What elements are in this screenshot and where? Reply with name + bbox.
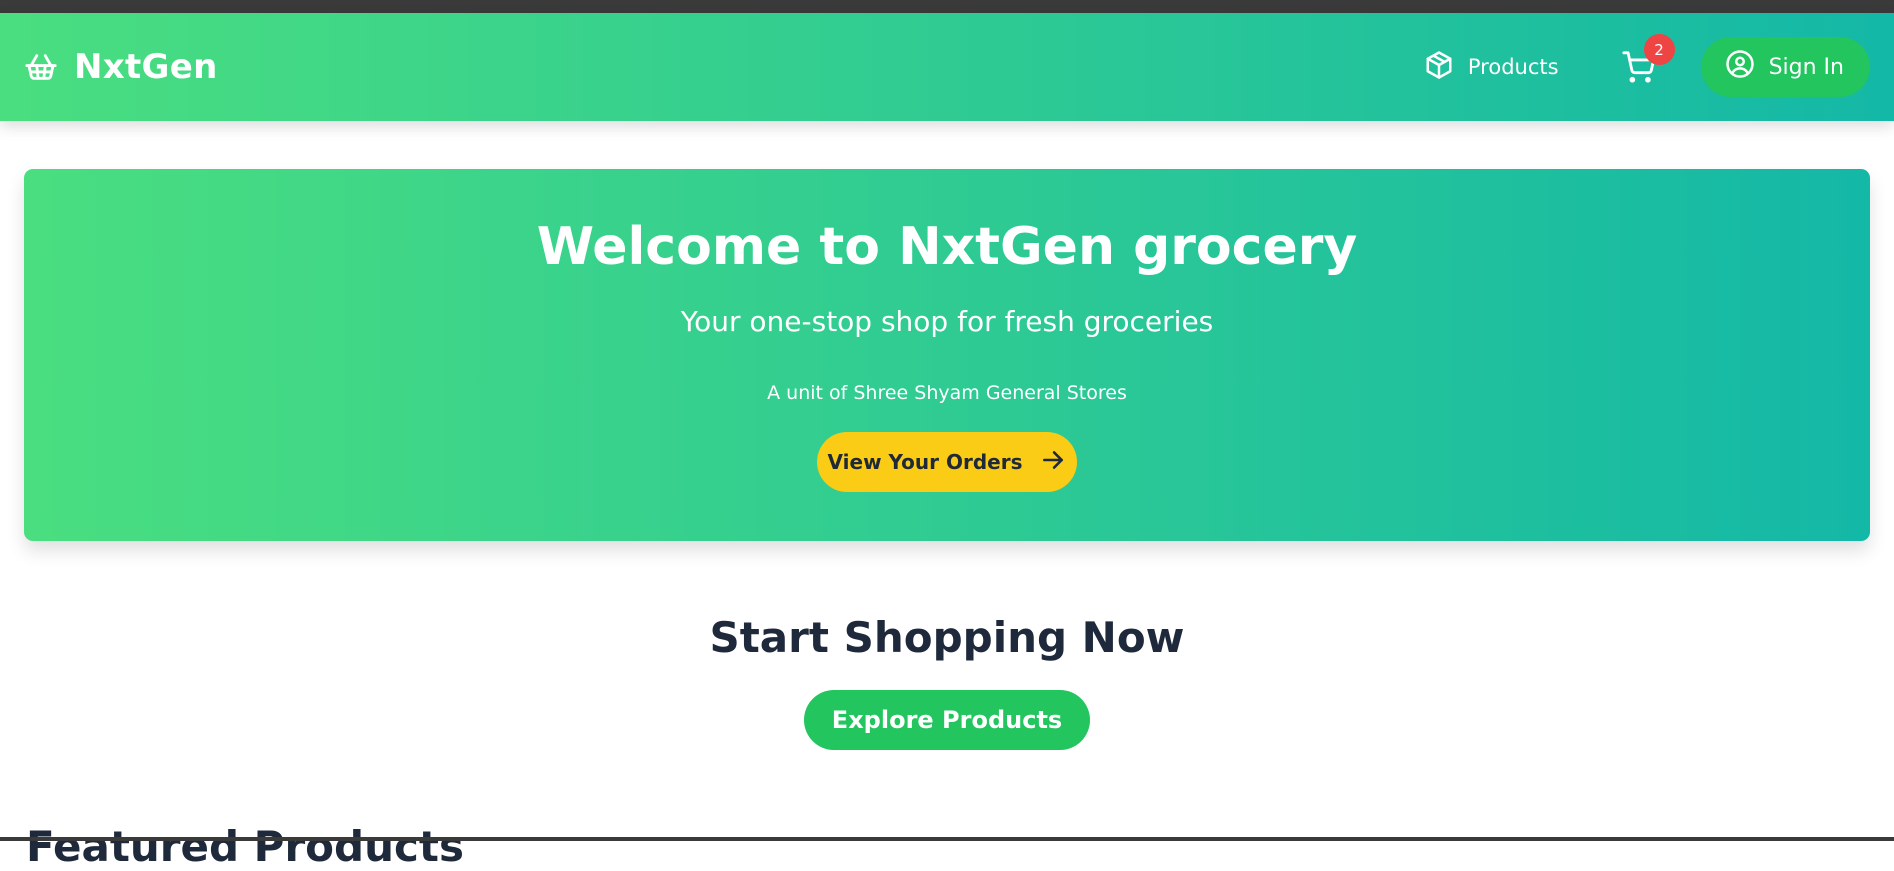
navbar: NxtGen Products 2 Sign In	[0, 13, 1894, 121]
view-orders-button[interactable]: View Your Orders	[817, 432, 1077, 492]
view-orders-label: View Your Orders	[827, 450, 1023, 474]
user-circle-icon	[1725, 49, 1755, 85]
nav-products-label: Products	[1467, 55, 1559, 79]
nav-actions: Products 2 Sign In	[1424, 34, 1870, 97]
hero-title: Welcome to NxtGen grocery	[536, 217, 1358, 277]
sign-in-label: Sign In	[1768, 54, 1844, 80]
basket-icon	[24, 50, 58, 84]
hero-subtitle: Your one-stop shop for fresh groceries	[680, 305, 1214, 338]
window-top-strip	[0, 0, 1894, 13]
cart-count-badge: 2	[1643, 34, 1675, 65]
brand-logo[interactable]: NxtGen	[24, 47, 218, 87]
package-icon	[1424, 50, 1454, 85]
nav-products-link[interactable]: Products	[1424, 50, 1559, 85]
sign-in-button[interactable]: Sign In	[1700, 37, 1870, 97]
brand-name: NxtGen	[74, 47, 218, 87]
hero-banner: Welcome to NxtGen grocery Your one-stop …	[24, 169, 1870, 541]
hero-unit-text: A unit of Shree Shyam General Stores	[767, 382, 1127, 404]
arrow-right-icon	[1040, 447, 1066, 478]
explore-products-button[interactable]: Explore Products	[804, 690, 1090, 750]
start-shopping-heading: Start Shopping Now	[709, 613, 1185, 662]
cart-icon	[1621, 51, 1655, 88]
cart-button[interactable]: 2	[1621, 34, 1675, 84]
explore-products-label: Explore Products	[831, 706, 1063, 734]
featured-products-heading: Featured Products	[26, 822, 464, 871]
window-bottom-edge	[0, 837, 1894, 841]
